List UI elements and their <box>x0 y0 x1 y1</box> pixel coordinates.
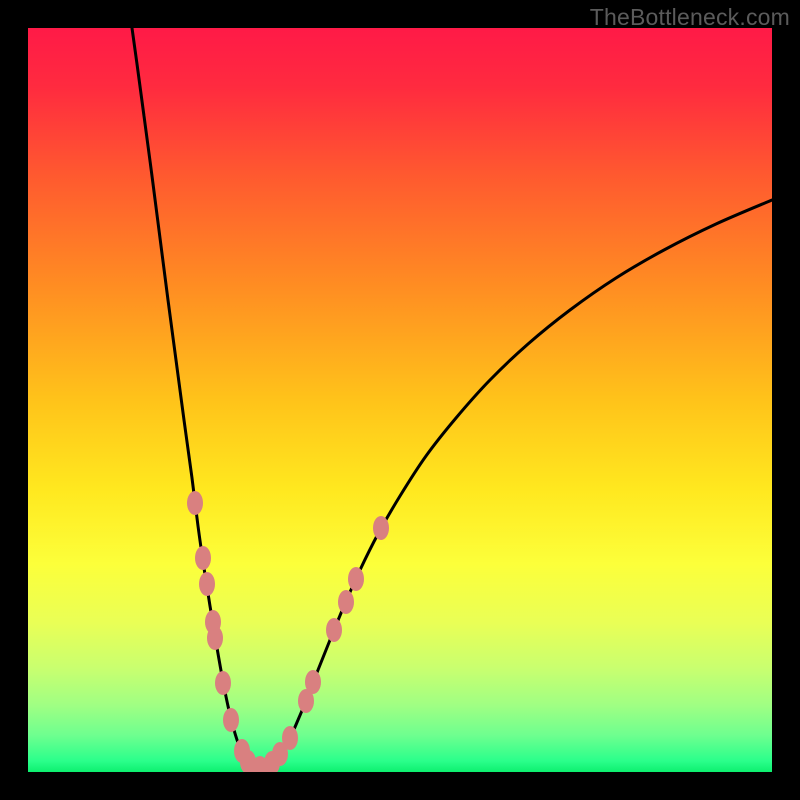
data-marker <box>326 618 342 642</box>
watermark-text: TheBottleneck.com <box>590 4 790 31</box>
data-marker <box>187 491 203 515</box>
chart-canvas <box>28 28 772 772</box>
plot-area <box>28 28 772 772</box>
data-marker <box>223 708 239 732</box>
data-marker <box>199 572 215 596</box>
data-marker <box>282 726 298 750</box>
data-marker <box>338 590 354 614</box>
gradient-background <box>28 28 772 772</box>
data-marker <box>305 670 321 694</box>
data-marker <box>348 567 364 591</box>
chart-frame: TheBottleneck.com <box>0 0 800 800</box>
data-marker <box>207 626 223 650</box>
data-marker <box>195 546 211 570</box>
data-marker <box>215 671 231 695</box>
data-marker <box>373 516 389 540</box>
